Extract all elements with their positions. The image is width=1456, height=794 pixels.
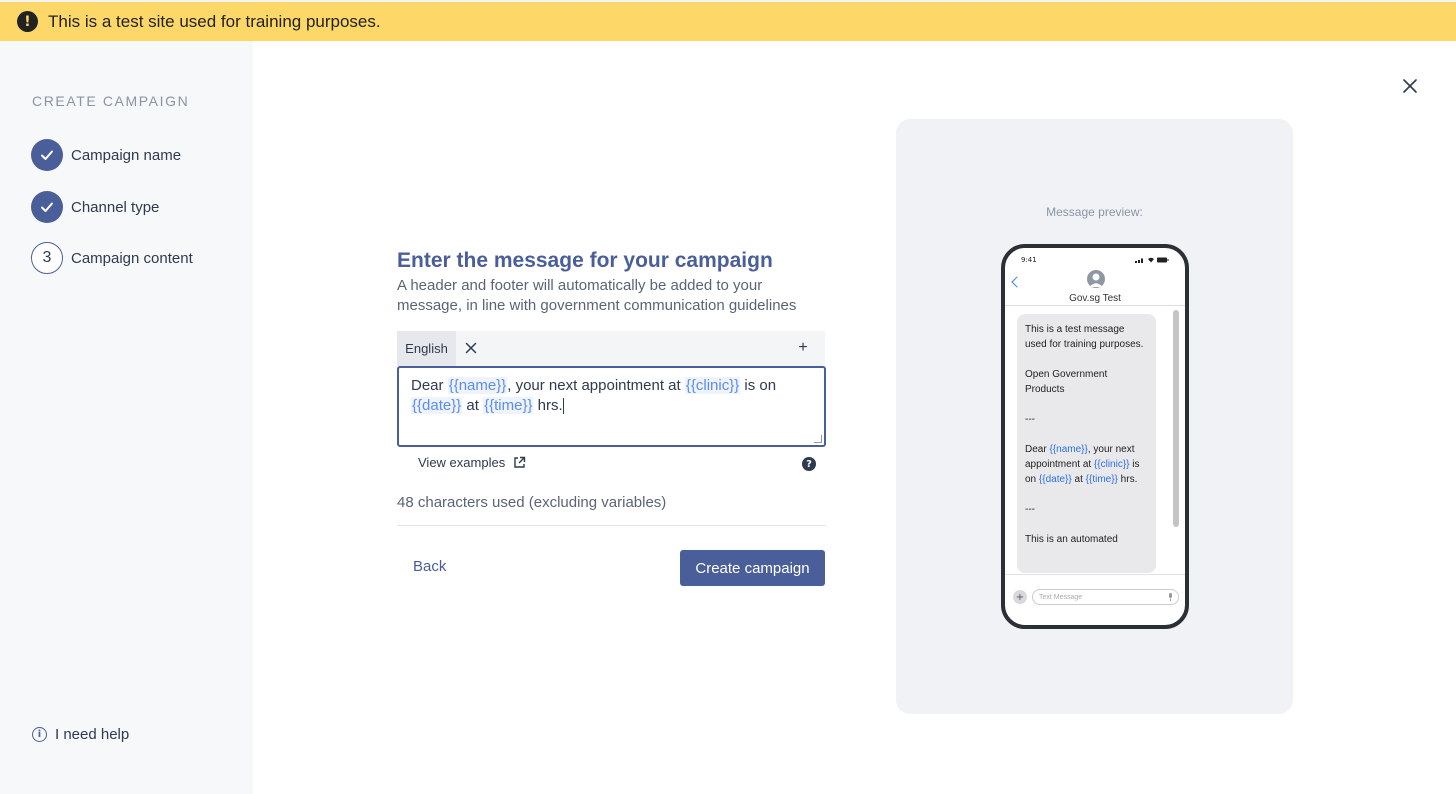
step-label: Channel type [71,198,160,216]
message-text: is on [740,377,777,394]
phone-status-time: 9:41 [1021,256,1037,264]
bubble-body: Dear {{name}}, your next appointment at … [1025,444,1140,485]
add-language-button[interactable]: + [795,339,811,357]
step-label: Campaign name [71,146,182,164]
chevron-left-icon [1011,276,1023,288]
phone-mockup: 9:41 Gov.sg Test This is a test message … [1001,244,1189,629]
preview-scrollbar[interactable] [1173,310,1179,527]
back-button[interactable]: Back [413,558,446,575]
banner-text: This is a test site used for training pu… [48,11,381,31]
step-campaign-content[interactable]: 3 Campaign content [31,242,193,274]
check-icon [31,191,63,223]
page-title: Enter the message for your campaign [397,249,773,272]
tab-english[interactable]: English [397,331,456,366]
message-text: , your next appointment at [507,377,685,394]
close-icon [465,342,477,354]
microphone-icon [1169,593,1172,601]
close-icon [1403,79,1417,93]
sms-bubble: This is a test message used for training… [1017,314,1156,573]
text-caret [562,398,564,415]
view-examples-label: View examples [418,455,506,470]
phone-status-icons [1135,257,1169,263]
step-channel-type[interactable]: Channel type [31,191,159,223]
divider [397,525,826,526]
variable-clinic: {{clinic}} [684,377,741,394]
variable-name: {{name}} [447,377,508,394]
phone-input-placeholder: Text Message [1039,593,1083,601]
variable-date: {{date}} [411,397,463,414]
page-subtext: A header and footer will automatically b… [397,277,797,314]
check-icon [31,139,63,171]
bubble-header-org: Open Government Products [1025,369,1108,395]
preview-label: Message preview: [1046,205,1143,219]
test-site-banner: ! This is a test site used for training … [0,0,1456,41]
create-campaign-button[interactable]: Create campaign [680,550,825,586]
divider [1005,305,1185,306]
phone-compose-row: + Text Message [1013,588,1179,606]
warning-icon: ! [17,11,38,32]
help-question-icon[interactable]: ? [802,457,816,471]
phone-text-input: Text Message [1032,589,1179,605]
message-text: hrs. [533,397,563,414]
help-label: I need help [55,726,130,743]
contact-avatar-icon [1087,270,1105,288]
signal-icon [1135,258,1143,263]
bubble-header: This is a test message used for training… [1025,324,1144,350]
character-count: 48 characters used (excluding variables) [397,494,667,511]
close-button[interactable] [1398,74,1422,98]
step-label: Campaign content [71,249,193,267]
step-campaign-name[interactable]: Campaign name [31,139,181,171]
bubble-footer: This is an automated [1025,534,1118,545]
external-link-icon [513,456,526,469]
message-text: Dear [411,377,448,394]
remove-tab-button[interactable] [463,340,479,356]
language-tabs: English + [397,331,825,366]
bubble-separator: --- [1025,414,1035,425]
battery-icon [1157,257,1169,263]
plus-icon: + [1013,590,1027,604]
sidebar-title: CREATE CAMPAIGN [32,93,190,109]
message-input[interactable]: Dear {{name}}, your next appointment at … [397,366,826,447]
view-examples-link[interactable]: View examples [418,455,526,470]
info-icon: i [32,727,47,742]
help-link[interactable]: i I need help [32,726,129,743]
message-preview-panel: Message preview: 9:41 Gov.sg Test This i… [896,119,1293,714]
contact-name: Gov.sg Test [1069,293,1121,304]
variable-time: {{time}} [483,397,534,414]
sidebar: CREATE CAMPAIGN Campaign name Channel ty… [0,41,253,794]
bubble-separator: --- [1025,504,1035,515]
message-text: at [462,397,484,414]
divider [1005,574,1185,575]
wifi-icon [1148,257,1154,263]
step-number: 3 [31,242,63,274]
resize-handle[interactable] [814,435,822,443]
